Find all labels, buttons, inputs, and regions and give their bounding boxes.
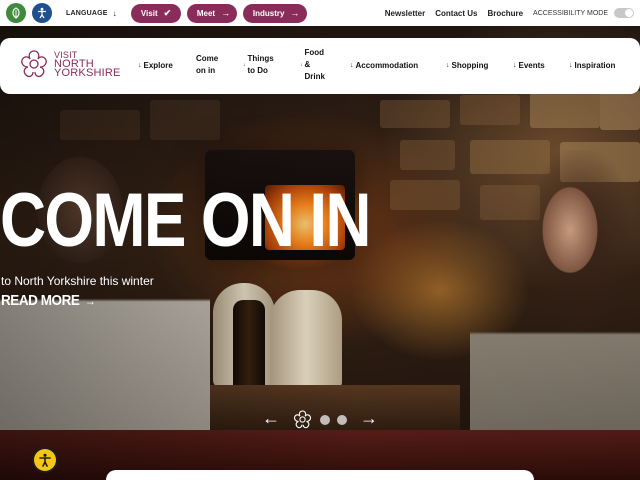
accessibility-widget-icon (34, 449, 56, 471)
nav-label-things-wrap: Things to Do (248, 53, 274, 77)
nav-label-events: Events (518, 61, 545, 70)
arrow-down-icon: ↓ (112, 8, 117, 18)
logo-line-3: YORKSHIRE (54, 66, 121, 79)
language-selector[interactable]: LANGUAGE ↓ (58, 3, 125, 23)
hero-headline: COME ON IN (0, 178, 371, 263)
nav-item-accommodation[interactable]: ↓ Accommodation (350, 60, 418, 72)
contact-us-link[interactable]: Contact Us (435, 9, 477, 18)
nav-item-explore[interactable]: ↓ Explore (138, 60, 173, 72)
arrow-down-icon: ↓ (513, 62, 517, 69)
visit-label: Visit (140, 8, 158, 18)
brochure-link[interactable]: Brochure (487, 9, 523, 18)
carousel-prev-button[interactable]: ← (262, 408, 280, 428)
accessibility-widget-button[interactable] (32, 447, 58, 473)
meet-label: Meet (196, 8, 216, 18)
nav-item-shopping[interactable]: ↓ Shopping (446, 60, 488, 72)
industry-pill-button[interactable]: Industry → (242, 3, 307, 23)
nav-item-inspiration[interactable]: ↓ Inspiration (569, 60, 615, 72)
nav-label-food-3: Drink (304, 72, 325, 81)
arrow-right-icon: → (221, 8, 231, 18)
toggle-switch[interactable] (614, 8, 634, 18)
site-logo[interactable]: VISIT NORTH YORKSHIRE (18, 48, 121, 80)
nav-item-come-on-in[interactable]: Come on in (196, 53, 218, 77)
accessibility-mode-toggle[interactable]: ACCESSIBILITY MODE (533, 8, 634, 18)
carousel-dot[interactable] (320, 415, 330, 425)
utility-links: Newsletter Contact Us Brochure ACCESSIBI… (375, 0, 634, 26)
bottom-content-panel (106, 470, 534, 480)
nav-label-accommodation: Accommodation (355, 61, 419, 70)
accessibility-mode-label: ACCESSIBILITY MODE (533, 9, 608, 17)
check-icon: ✔ (163, 7, 172, 18)
industry-label: Industry (252, 8, 285, 18)
arrow-down-icon: ↓ (446, 62, 450, 69)
utility-bar: LANGUAGE ↓ Visit ✔ Meet → Industry → New… (0, 0, 640, 26)
arrow-down-icon: ↓ (569, 62, 573, 69)
nav-label-food-wrap: Food & Drink (305, 47, 325, 83)
arrow-down-icon: ↓ (138, 62, 142, 69)
read-more-link[interactable]: READ MORE → (1, 292, 96, 309)
visit-pill-button[interactable]: Visit ✔ (130, 3, 181, 23)
logo-text: VISIT NORTH YORKSHIRE (54, 50, 121, 79)
newsletter-link[interactable]: Newsletter (385, 9, 425, 18)
nav-label-come-on-in-2: on in (196, 66, 216, 75)
arrow-down-icon: ↓ (243, 62, 246, 68)
read-more-label: READ MORE (1, 292, 80, 309)
nav-label-shopping: Shopping (451, 61, 489, 70)
nav-label-explore: Explore (143, 61, 173, 70)
sustainability-icon[interactable] (6, 3, 26, 23)
carousel-next-button[interactable]: → (360, 408, 378, 428)
nav-label-things-2: to Do (247, 66, 268, 75)
arrow-right-icon: → (290, 8, 300, 18)
nav-label-food-1: Food (304, 48, 325, 57)
carousel-dot[interactable] (337, 415, 347, 425)
arrow-down-icon: ↓ (350, 62, 354, 69)
language-label: LANGUAGE (66, 9, 108, 17)
carousel-rose-indicator-icon[interactable] (292, 409, 313, 430)
main-navigation: VISIT NORTH YORKSHIRE ↓ Explore Come on … (0, 38, 640, 94)
accessibility-person-icon[interactable] (32, 3, 52, 23)
nav-item-events[interactable]: ↓ Events (513, 60, 545, 72)
nav-label-things-1: Things (247, 54, 274, 63)
meet-pill-button[interactable]: Meet → (186, 3, 237, 23)
arrow-down-icon: ↓ (300, 62, 303, 68)
nav-item-things-to-do[interactable]: ↓ Things to Do (243, 53, 274, 77)
yorkshire-rose-icon (21, 50, 47, 78)
nav-label-come-on-in-1: Come (196, 54, 219, 63)
hero-subline: to North Yorkshire this winter (1, 274, 154, 288)
nav-label-food-2: & (304, 60, 311, 69)
nav-label-inspiration: Inspiration (574, 61, 616, 70)
arrow-right-icon: → (84, 293, 96, 308)
nav-item-food-drink[interactable]: ↓ Food & Drink (300, 47, 325, 83)
